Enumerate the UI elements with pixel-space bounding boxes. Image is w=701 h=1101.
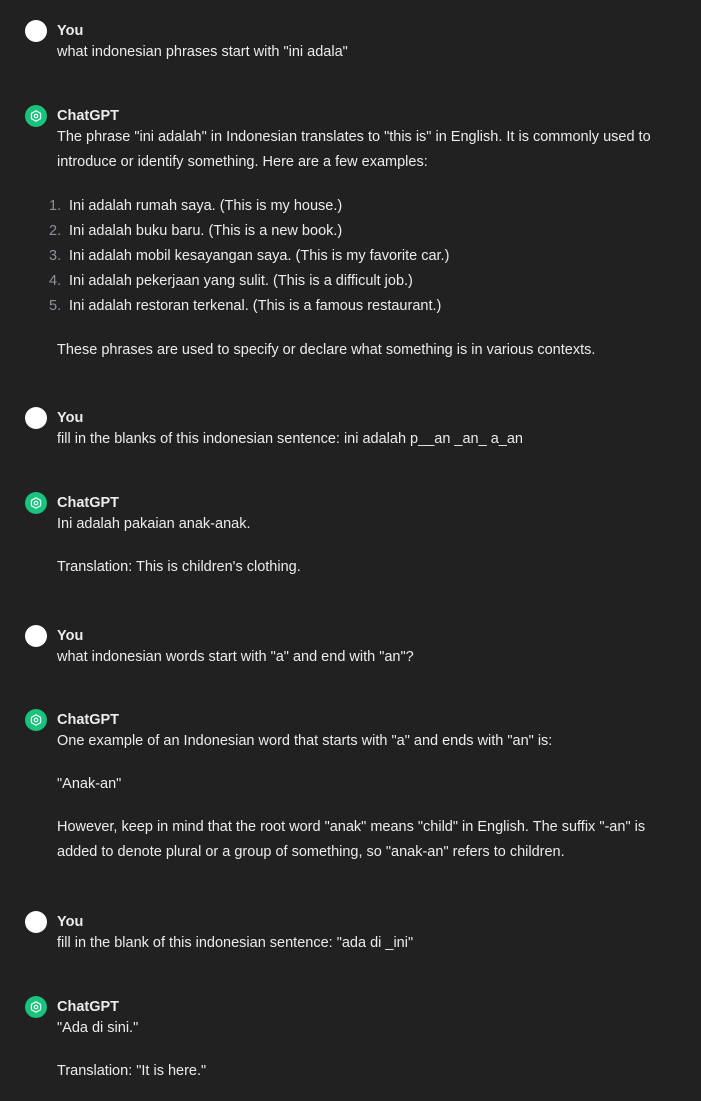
message-text: fill in the blank of this indonesian sen…: [57, 935, 414, 951]
message-text: Translation: "It is here.": [57, 1063, 207, 1079]
message-text: fill in the blanks of this indonesian se…: [57, 431, 523, 447]
openai-logo-icon: [25, 492, 47, 514]
openai-logo-icon: [25, 105, 47, 127]
message-author: ChatGPT: [57, 999, 120, 1015]
list-item: 2. Ini adalah buku baru. (This is a new b…: [49, 219, 679, 244]
message-text: However, keep in mind that the root word…: [57, 819, 646, 860]
message-text: One example of an Indonesian word that s…: [57, 733, 553, 749]
message-author: ChatGPT: [57, 108, 120, 124]
message-author: You: [57, 410, 84, 426]
message-text: Translation: This is children's clothing…: [57, 559, 301, 575]
message-text: "Anak-an": [57, 776, 122, 792]
openai-logo-icon: [25, 709, 47, 731]
example-list: 1. Ini adalah rumah saya. (This is my hou…: [49, 194, 679, 319]
list-item: 1. Ini adalah rumah saya. (This is my hou…: [49, 194, 679, 219]
message-text: The phrase "ini adalah" in Indonesian tr…: [57, 129, 651, 170]
message-author: You: [57, 628, 84, 644]
list-item: 3. Ini adalah mobil kesayangan saya. (Thi…: [49, 244, 679, 269]
user-avatar-icon: [25, 911, 47, 933]
list-item-text: Ini adalah pekerjaan yang sulit. (This i…: [69, 273, 413, 289]
list-item: 4. Ini adalah pekerjaan yang sulit. (This…: [49, 269, 679, 294]
message-text: These phrases are used to specify or dec…: [57, 342, 596, 358]
user-avatar-icon: [25, 407, 47, 429]
list-item-text: Ini adalah restoran terkenal. (This is a…: [69, 298, 442, 314]
openai-logo-icon: [25, 996, 47, 1018]
message-text: Ini adalah pakaian anak-anak.: [57, 516, 251, 532]
list-item-text: Ini adalah mobil kesayangan saya. (This …: [69, 248, 450, 264]
message-text: "Ada di sini.": [57, 1020, 139, 1036]
list-item-text: Ini adalah buku baru. (This is a new boo…: [69, 223, 343, 239]
message-text: what indonesian phrases start with "ini …: [57, 44, 348, 60]
message-author: ChatGPT: [57, 495, 120, 511]
message-author: ChatGPT: [57, 712, 120, 728]
list-number: 1.: [49, 198, 62, 214]
list-number: 3.: [49, 248, 62, 264]
list-number: 5.: [49, 298, 62, 314]
list-number: 4.: [49, 273, 62, 289]
list-item: 5. Ini adalah restoran terkenal. (This is…: [49, 294, 679, 319]
list-number: 2.: [49, 223, 62, 239]
user-avatar-icon: [25, 625, 47, 647]
user-avatar-icon: [25, 20, 47, 42]
list-item-text: Ini adalah rumah saya. (This is my house…: [69, 198, 343, 214]
message-text: what indonesian words start with "a" and…: [57, 649, 414, 665]
message-author: You: [57, 914, 84, 930]
message-author: You: [57, 23, 84, 39]
